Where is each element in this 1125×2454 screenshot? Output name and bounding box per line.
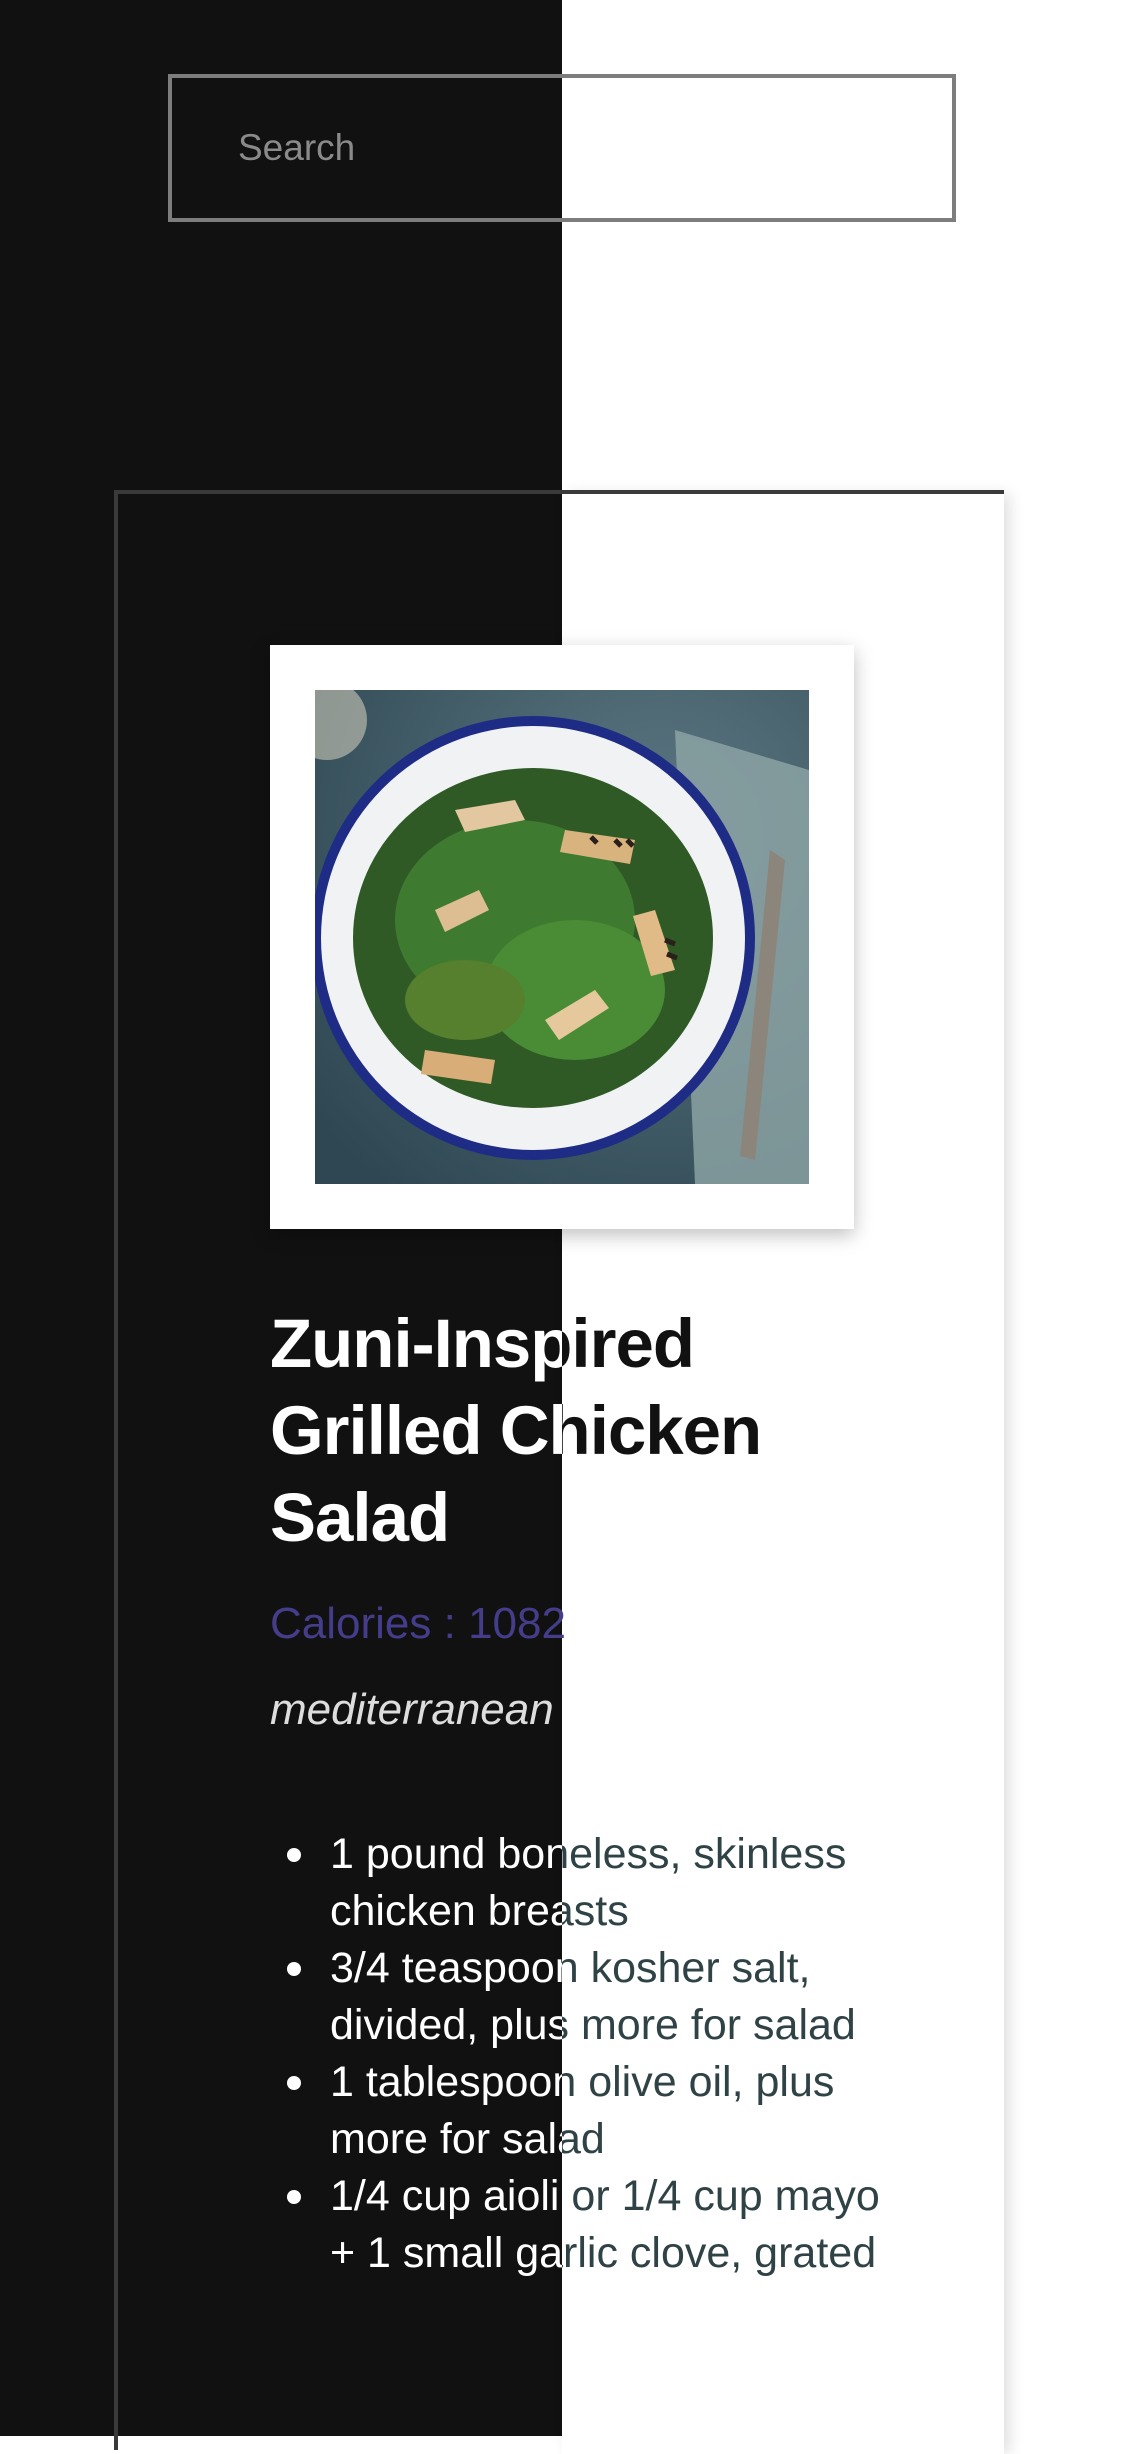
recipe-image <box>315 690 809 1184</box>
recipe-image-frame[interactable] <box>270 645 854 1229</box>
search-input[interactable] <box>172 78 952 218</box>
salad-photo-icon <box>315 690 809 1184</box>
cuisine-label: mediterranean <box>270 1685 554 1734</box>
calories-label: Calories : 1082 <box>270 1599 566 1648</box>
search-box[interactable] <box>168 74 956 222</box>
